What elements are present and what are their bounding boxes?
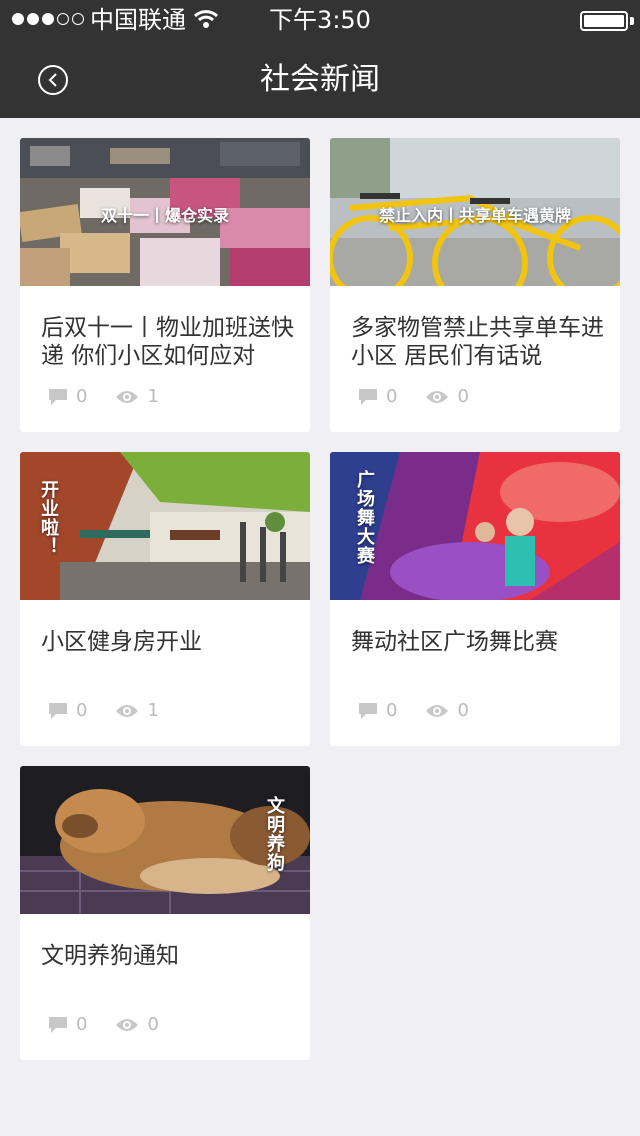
news-card-square-dance[interactable]: 广场舞大赛 舞动社区广场舞比赛 0 0 (330, 452, 620, 746)
comment-count: 0 (358, 700, 397, 721)
comment-count-value: 0 (76, 700, 88, 721)
comment-bubble-icon (49, 702, 67, 719)
view-count-value: 1 (147, 386, 159, 407)
news-title: 多家物管禁止共享单车进小区 居民们有话说 (351, 315, 604, 369)
eye-icon (426, 704, 449, 717)
card-meta: 0 0 (358, 386, 497, 407)
eye-icon (426, 390, 449, 403)
news-image-dance: 广场舞大赛 (330, 452, 620, 600)
news-image-dog: 文明养狗 (20, 766, 310, 914)
comment-count: 0 (48, 1014, 87, 1035)
news-card-double-eleven[interactable]: 双十一丨爆仓实录 后双十一丨物业加班送快递 你们小区如何应对 0 1 (20, 138, 310, 432)
page-title: 社会新闻 (260, 62, 380, 97)
status-bar: 中国联通 下午3:50 (0, 0, 640, 40)
card-meta: 0 1 (48, 700, 187, 721)
back-button[interactable] (38, 65, 68, 95)
view-count: 1 (115, 386, 159, 407)
comment-count-value: 0 (76, 1014, 88, 1035)
comment-count-value: 0 (386, 700, 398, 721)
news-image-gym: 开业啦！ (20, 452, 310, 600)
view-count-value: 0 (457, 386, 469, 407)
news-image-parcels: 双十一丨爆仓实录 (20, 138, 310, 286)
card-meta: 0 0 (358, 700, 497, 721)
status-time: 下午3:50 (269, 6, 371, 34)
image-caption: 广场舞大赛 (354, 470, 375, 565)
view-count: 0 (115, 1014, 159, 1035)
back-arrow-icon (48, 73, 57, 87)
comment-count: 0 (358, 386, 397, 407)
view-count-value: 1 (147, 700, 159, 721)
comment-count: 0 (48, 700, 87, 721)
image-caption: 禁止入内丨共享单车遇黄牌 (378, 206, 571, 225)
card-meta: 0 1 (48, 386, 187, 407)
view-count: 0 (425, 386, 469, 407)
view-count: 0 (425, 700, 469, 721)
image-caption: 文明养狗 (264, 796, 285, 872)
eye-icon (116, 390, 139, 403)
news-card-dog[interactable]: 文明养狗 文明养狗通知 0 0 (20, 766, 310, 1060)
comment-bubble-icon (359, 702, 377, 719)
eye-icon (116, 1018, 139, 1031)
news-title: 文明养狗通知 (41, 943, 179, 969)
news-title: 舞动社区广场舞比赛 (351, 629, 558, 655)
news-card-shared-bikes[interactable]: 禁止入内丨共享单车遇黄牌 多家物管禁止共享单车进小区 居民们有话说 0 0 (330, 138, 620, 432)
battery-tip (630, 17, 634, 25)
news-title: 小区健身房开业 (41, 629, 202, 655)
card-meta: 0 0 (48, 1014, 187, 1035)
news-card-gym[interactable]: 开业啦！ 小区健身房开业 0 1 (20, 452, 310, 746)
comment-bubble-icon (49, 388, 67, 405)
comment-bubble-icon (49, 1016, 67, 1033)
news-title: 后双十一丨物业加班送快递 你们小区如何应对 (41, 315, 294, 369)
view-count-value: 0 (147, 1014, 159, 1035)
image-caption: 开业啦！ (38, 480, 59, 556)
image-caption: 双十一丨爆仓实录 (100, 206, 229, 225)
comment-count-value: 0 (76, 386, 88, 407)
comment-count: 0 (48, 386, 87, 407)
navigation-bar: 社会新闻 (0, 40, 640, 118)
battery-icon (580, 11, 628, 31)
comment-bubble-icon (359, 388, 377, 405)
news-image-bikes: 禁止入内丨共享单车遇黄牌 (330, 138, 620, 286)
view-count: 1 (115, 700, 159, 721)
eye-icon (116, 704, 139, 717)
view-count-value: 0 (457, 700, 469, 721)
comment-count-value: 0 (386, 386, 398, 407)
